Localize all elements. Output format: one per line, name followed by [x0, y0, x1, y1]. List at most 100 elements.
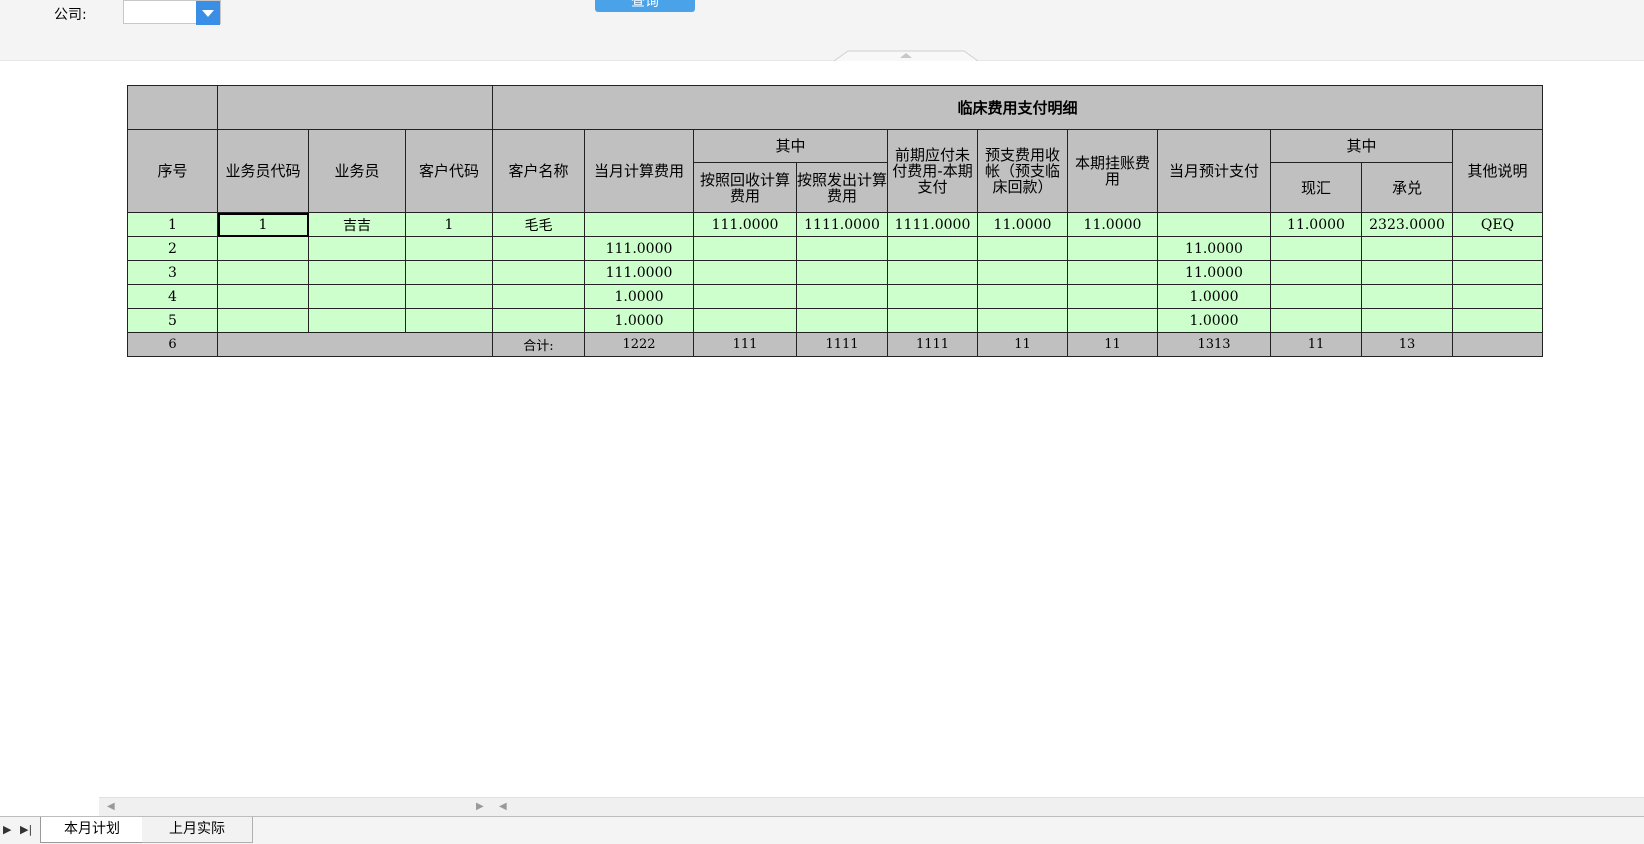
cell-staff-code[interactable]	[217, 284, 309, 309]
cell-pending[interactable]	[1067, 308, 1158, 333]
header-month-calc: 当月计算费用	[584, 129, 694, 213]
cell-by-shipment[interactable]	[796, 260, 888, 285]
total-label: 合计:	[492, 332, 585, 357]
cell-by-shipment[interactable]	[796, 284, 888, 309]
sheet-last-icon[interactable]: ▶|	[20, 823, 32, 836]
cell-staff-code[interactable]	[217, 236, 309, 261]
cell-notes[interactable]	[1452, 308, 1543, 333]
cell-notes[interactable]	[1452, 236, 1543, 261]
cell-staff-code[interactable]	[217, 260, 309, 285]
header-seq: 序号	[127, 129, 218, 213]
header-blank-2	[217, 85, 493, 130]
tab-last-month-actual[interactable]: 上月实际	[142, 817, 253, 843]
cell-staff-code[interactable]: 1	[217, 212, 309, 237]
cell-by-recovery[interactable]: 111.0000	[693, 212, 797, 237]
total-prior-unpaid: 1111	[887, 332, 978, 357]
cell-cash[interactable]	[1270, 308, 1362, 333]
cell-by-shipment[interactable]	[796, 308, 888, 333]
scroll-right-icon[interactable]: ▶	[476, 801, 484, 812]
header-among-2: 其中	[1270, 129, 1453, 163]
clinical-payment-table: 临床费用支付明细 序号 业务员代码 业务员 客户代码 客户名称 当月计算费用 其…	[127, 85, 1543, 357]
header-staff: 业务员	[308, 129, 406, 213]
cell-staff[interactable]	[308, 284, 406, 309]
cell-cash[interactable]: 11.0000	[1270, 212, 1362, 237]
cell-prepaid[interactable]	[977, 308, 1068, 333]
cell-prior-unpaid[interactable]	[887, 308, 978, 333]
cell-by-shipment[interactable]: 1111.0000	[796, 212, 888, 237]
cell-staff-code[interactable]	[217, 308, 309, 333]
cell-month-est[interactable]: 1.0000	[1157, 308, 1271, 333]
total-by-recovery: 111	[693, 332, 797, 357]
cell-accept[interactable]	[1361, 236, 1453, 261]
scroll-left-icon[interactable]: ◀	[107, 801, 115, 812]
company-dropdown-button[interactable]	[196, 1, 220, 25]
cell-month-calc[interactable]: 1.0000	[584, 284, 694, 309]
cell-month-est[interactable]: 11.0000	[1157, 236, 1271, 261]
cell-staff[interactable]: 吉吉	[308, 212, 406, 237]
tab-this-month-plan[interactable]: 本月计划	[40, 817, 144, 843]
cell-pending[interactable]: 11.0000	[1067, 212, 1158, 237]
cell-month-calc[interactable]: 111.0000	[584, 260, 694, 285]
collapse-up-icon[interactable]	[834, 50, 978, 62]
table-row: 4 1.0000 1.0000	[127, 284, 1543, 309]
cell-cust-code[interactable]	[405, 284, 493, 309]
sheet-next-icon[interactable]: ▶	[3, 823, 11, 836]
cell-prepaid[interactable]: 11.0000	[977, 212, 1068, 237]
scroll-left-icon[interactable]: ◀	[499, 801, 507, 812]
cell-staff[interactable]	[308, 236, 406, 261]
cell-accept[interactable]	[1361, 260, 1453, 285]
cell-pending[interactable]	[1067, 236, 1158, 261]
cell-prior-unpaid[interactable]: 1111.0000	[887, 212, 978, 237]
total-row: 6 合计: 1222 111 1111 1111 11 11 1313 11 1…	[127, 332, 1543, 357]
cell-by-recovery[interactable]	[693, 284, 797, 309]
cell-pending[interactable]	[1067, 284, 1158, 309]
cell-notes[interactable]: QEQ	[1452, 212, 1543, 237]
cell-month-est[interactable]	[1157, 212, 1271, 237]
cell-month-calc[interactable]: 111.0000	[584, 236, 694, 261]
cell-by-recovery[interactable]	[693, 308, 797, 333]
cell-cash[interactable]	[1270, 236, 1362, 261]
cell-notes[interactable]	[1452, 284, 1543, 309]
cell-notes[interactable]	[1452, 260, 1543, 285]
cell-cust-name[interactable]	[492, 284, 585, 309]
header-among-1: 其中	[693, 129, 888, 163]
cell-cust-code[interactable]	[405, 260, 493, 285]
cell-accept[interactable]	[1361, 284, 1453, 309]
cell-staff[interactable]	[308, 260, 406, 285]
cell-prepaid[interactable]	[977, 260, 1068, 285]
table-row: 5 1.0000 1.0000	[127, 308, 1543, 333]
horizontal-scrollbar[interactable]: ◀ ▶ ◀	[99, 797, 1644, 816]
cell-month-est[interactable]: 1.0000	[1157, 284, 1271, 309]
total-prepaid: 11	[977, 332, 1068, 357]
header-accept: 承兑	[1361, 162, 1453, 213]
header-pending: 本期挂账费用	[1067, 129, 1158, 213]
cell-prepaid[interactable]	[977, 236, 1068, 261]
cell-by-recovery[interactable]	[693, 236, 797, 261]
cell-prior-unpaid[interactable]	[887, 284, 978, 309]
cell-prior-unpaid[interactable]	[887, 260, 978, 285]
cell-pending[interactable]	[1067, 260, 1158, 285]
cell-prior-unpaid[interactable]	[887, 236, 978, 261]
cell-cust-name[interactable]: 毛毛	[492, 212, 585, 237]
cell-month-est[interactable]: 11.0000	[1157, 260, 1271, 285]
company-label: 公司:	[54, 7, 87, 23]
cell-cust-code[interactable]	[405, 308, 493, 333]
cell-cash[interactable]	[1270, 284, 1362, 309]
cell-month-calc[interactable]: 1.0000	[584, 308, 694, 333]
company-select[interactable]	[123, 0, 221, 25]
cell-prepaid[interactable]	[977, 284, 1068, 309]
table-row: 3 111.0000 11.0000	[127, 260, 1543, 285]
cell-cash[interactable]	[1270, 260, 1362, 285]
cell-by-shipment[interactable]	[796, 236, 888, 261]
cell-by-recovery[interactable]	[693, 260, 797, 285]
cell-cust-name[interactable]	[492, 236, 585, 261]
cell-cust-name[interactable]	[492, 308, 585, 333]
cell-month-calc[interactable]	[584, 212, 694, 237]
query-button[interactable]: 查询	[595, 0, 695, 12]
cell-accept[interactable]: 2323.0000	[1361, 212, 1453, 237]
cell-cust-code[interactable]: 1	[405, 212, 493, 237]
cell-accept[interactable]	[1361, 308, 1453, 333]
cell-staff[interactable]	[308, 308, 406, 333]
cell-cust-name[interactable]	[492, 260, 585, 285]
cell-cust-code[interactable]	[405, 236, 493, 261]
